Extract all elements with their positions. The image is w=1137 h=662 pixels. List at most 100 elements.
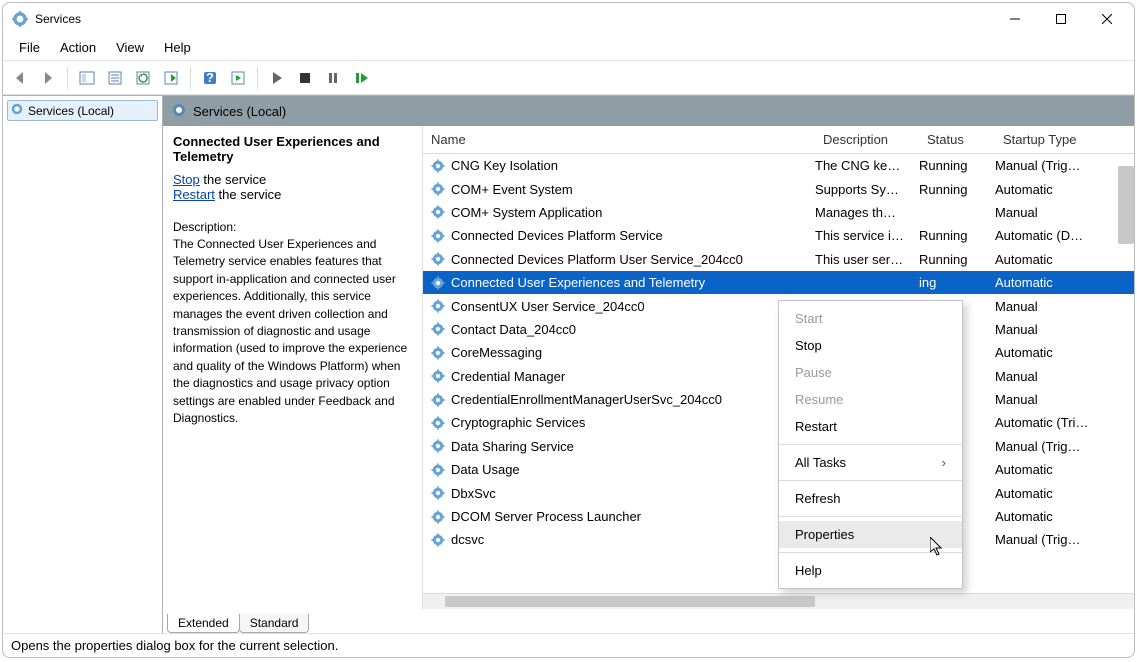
tab-extended[interactable]: Extended bbox=[167, 614, 240, 633]
gear-icon bbox=[429, 229, 447, 243]
menu-file[interactable]: File bbox=[11, 38, 48, 57]
gear-icon bbox=[429, 486, 447, 500]
gear-icon bbox=[429, 346, 447, 360]
service-row[interactable]: Connected User Experiences and Telemetry… bbox=[423, 271, 1134, 294]
gear-icon bbox=[429, 533, 447, 547]
service-desc: The CNG ke… bbox=[815, 158, 919, 173]
col-startup[interactable]: Startup Type bbox=[995, 132, 1134, 147]
back-button[interactable] bbox=[9, 67, 31, 89]
cm-stop[interactable]: Stop bbox=[779, 332, 962, 359]
gear-icon bbox=[429, 439, 447, 453]
pause-service-button[interactable] bbox=[322, 67, 344, 89]
service-status: Running bbox=[919, 228, 995, 243]
service-startup: Manual (Trig… bbox=[995, 439, 1134, 454]
service-startup: Automatic bbox=[995, 345, 1134, 360]
detail-service-name: Connected User Experiences and Telemetry bbox=[173, 134, 412, 164]
statusbar: Opens the properties dialog box for the … bbox=[3, 633, 1134, 657]
cm-help[interactable]: Help bbox=[779, 557, 962, 584]
tree-root-services-local[interactable]: Services (Local) bbox=[7, 100, 158, 121]
tree-root-label: Services (Local) bbox=[28, 104, 114, 118]
maximize-button[interactable] bbox=[1038, 4, 1084, 34]
service-row[interactable]: Connected Devices Platform ServiceThis s… bbox=[423, 224, 1134, 247]
col-description[interactable]: Description bbox=[815, 132, 919, 147]
cm-all-tasks[interactable]: All Tasks bbox=[779, 449, 962, 476]
service-row[interactable]: CNG Key IsolationThe CNG ke…RunningManua… bbox=[423, 154, 1134, 177]
gear-icon bbox=[10, 102, 24, 119]
service-startup: Automatic bbox=[995, 182, 1134, 197]
start-service-button[interactable] bbox=[266, 67, 288, 89]
detail-pane: Connected User Experiences and Telemetry… bbox=[163, 126, 423, 609]
cm-pause: Pause bbox=[779, 359, 962, 386]
toolbar: ? bbox=[3, 61, 1134, 95]
service-row[interactable]: COM+ Event SystemSupports Sy…RunningAuto… bbox=[423, 177, 1134, 200]
grid-header: Name Description Status Startup Type bbox=[423, 126, 1134, 154]
vertical-scrollbar[interactable] bbox=[1118, 166, 1134, 244]
cm-restart[interactable]: Restart bbox=[779, 413, 962, 440]
tree-pane: Services (Local) bbox=[3, 96, 163, 633]
service-name: CNG Key Isolation bbox=[451, 158, 815, 173]
service-name: dcsvc bbox=[451, 532, 815, 547]
pane-header: Services (Local) bbox=[163, 96, 1134, 126]
menu-help[interactable]: Help bbox=[156, 38, 199, 57]
refresh-button[interactable] bbox=[132, 67, 154, 89]
cm-refresh[interactable]: Refresh bbox=[779, 485, 962, 512]
show-hide-tree-button[interactable] bbox=[76, 67, 98, 89]
titlebar: Services bbox=[3, 3, 1134, 35]
services-window: Services File Action View Help ? bbox=[2, 2, 1135, 658]
service-startup: Manual bbox=[995, 205, 1134, 220]
service-name: DbxSvc bbox=[451, 486, 815, 501]
gear-icon bbox=[429, 322, 447, 336]
stop-link[interactable]: Stop bbox=[173, 172, 200, 187]
forward-button[interactable] bbox=[37, 67, 59, 89]
gear-icon bbox=[429, 182, 447, 196]
service-name: Connected Devices Platform Service bbox=[451, 228, 815, 243]
service-desc: This user ser… bbox=[815, 252, 919, 267]
help-button[interactable]: ? bbox=[199, 67, 221, 89]
export-button[interactable] bbox=[160, 67, 182, 89]
properties-button[interactable] bbox=[104, 67, 126, 89]
minimize-button[interactable] bbox=[992, 4, 1038, 34]
service-startup: Automatic bbox=[995, 275, 1134, 290]
service-name: CredentialEnrollmentManagerUserSvc_204cc… bbox=[451, 392, 815, 407]
service-desc: This service i… bbox=[815, 228, 919, 243]
gear-icon bbox=[429, 393, 447, 407]
service-startup: Automatic bbox=[995, 486, 1134, 501]
service-name: Data Sharing Service bbox=[451, 439, 815, 454]
service-name: ConsentUX User Service_204cc0 bbox=[451, 299, 815, 314]
tab-standard[interactable]: Standard bbox=[239, 614, 310, 633]
service-startup: Manual (Trig… bbox=[995, 158, 1134, 173]
service-startup: Automatic (D… bbox=[995, 228, 1134, 243]
service-desc: Supports Sy… bbox=[815, 182, 919, 197]
service-startup: Manual (Trig… bbox=[995, 532, 1134, 547]
svg-text:?: ? bbox=[206, 70, 214, 85]
action-button[interactable] bbox=[227, 67, 249, 89]
service-name: Connected User Experiences and Telemetry bbox=[451, 275, 815, 290]
horizontal-scrollbar[interactable] bbox=[423, 593, 1134, 609]
close-button[interactable] bbox=[1084, 4, 1130, 34]
restart-link[interactable]: Restart bbox=[173, 187, 215, 202]
service-row[interactable]: COM+ System ApplicationManages th…Manual bbox=[423, 201, 1134, 224]
col-status[interactable]: Status bbox=[919, 132, 995, 147]
gear-icon bbox=[171, 102, 187, 121]
col-name[interactable]: Name bbox=[423, 132, 815, 147]
cm-resume: Resume bbox=[779, 386, 962, 413]
service-startup: Automatic bbox=[995, 509, 1134, 524]
menu-action[interactable]: Action bbox=[52, 38, 104, 57]
gear-icon bbox=[429, 510, 447, 524]
gear-icon bbox=[429, 369, 447, 383]
menubar: File Action View Help bbox=[3, 35, 1134, 61]
service-startup: Automatic bbox=[995, 462, 1134, 477]
menu-view[interactable]: View bbox=[108, 38, 152, 57]
service-name: DCOM Server Process Launcher bbox=[451, 509, 815, 524]
service-startup: Manual bbox=[995, 392, 1134, 407]
stop-service-button[interactable] bbox=[294, 67, 316, 89]
description-text: The Connected User Experiences and Telem… bbox=[173, 236, 412, 427]
service-name: Cryptographic Services bbox=[451, 415, 815, 430]
service-row[interactable]: Connected Devices Platform User Service_… bbox=[423, 248, 1134, 271]
statusbar-text: Opens the properties dialog box for the … bbox=[11, 638, 338, 653]
service-startup: Manual bbox=[995, 322, 1134, 337]
restart-service-button[interactable] bbox=[350, 67, 372, 89]
service-name: Credential Manager bbox=[451, 369, 815, 384]
mouse-cursor bbox=[930, 537, 946, 557]
service-status: Running bbox=[919, 252, 995, 267]
